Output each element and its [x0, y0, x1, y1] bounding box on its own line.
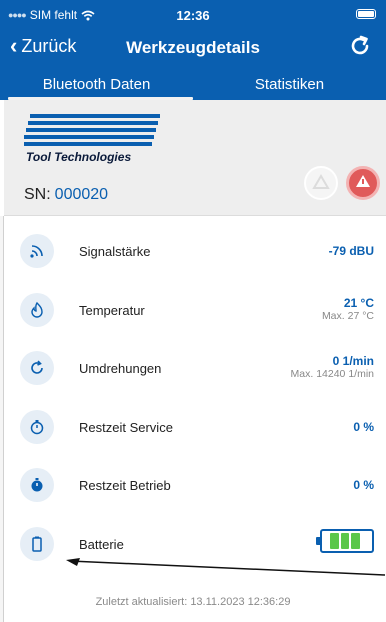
list-item-temperature: Temperatur 21 °C Max. 27 °C	[4, 281, 386, 340]
row-max: Max. 27 °C	[321, 309, 374, 322]
serial-value: 000020	[54, 186, 109, 203]
status-battery-icon	[356, 9, 376, 19]
row-max: Max. 14240 1/min	[290, 368, 374, 380]
signal-icon	[20, 234, 54, 268]
row-value: -79 dBU	[328, 244, 374, 258]
list-item-rotations: Umdrehungen 0 1/min Max. 14240 1/min	[4, 339, 386, 398]
row-label: Temperatur	[79, 302, 145, 318]
row-value: 0 1/min	[332, 354, 374, 368]
tab-bar: Bluetooth Daten Statistiken	[0, 72, 386, 100]
back-label: Zurück	[21, 36, 77, 56]
row-value: 0 %	[353, 419, 374, 434]
status-bar: ●●●● SIM fehlt 12:36	[0, 0, 386, 28]
list-item-service-time: Restzeit Service 0 %	[4, 398, 386, 457]
status-time: 12:36	[176, 8, 210, 23]
battery-cell	[330, 532, 339, 549]
stopwatch-filled-icon	[20, 468, 54, 502]
stopwatch-icon	[20, 409, 54, 444]
logo-subtitle: Tool Technologies	[26, 150, 132, 164]
warning-light-icon[interactable]	[304, 166, 338, 200]
last-updated: Zuletzt aktualisiert: 13.11.2023 12:36:2…	[95, 596, 291, 608]
tab-statistiken[interactable]: Statistiken	[193, 72, 386, 100]
back-button[interactable]: ‹ Zurück	[10, 32, 77, 58]
battery-icon	[20, 526, 54, 561]
row-value: 21 °C	[343, 295, 374, 310]
refresh-icon[interactable]	[348, 34, 372, 58]
list-item-operation-time: Restzeit Betrieb 0 %	[4, 456, 386, 515]
row-label: Restzeit Service	[79, 419, 173, 435]
rotation-icon	[20, 351, 54, 385]
flame-icon	[20, 292, 54, 327]
serial-number: SN: 000020	[24, 186, 108, 204]
row-label: Signalstärke	[79, 244, 151, 259]
row-label: Batterie	[79, 536, 124, 552]
row-label: Umdrehungen	[79, 361, 162, 376]
chevron-left-icon: ‹	[10, 32, 18, 58]
list-item-battery: Batterie	[4, 515, 386, 574]
battery-cell	[351, 532, 361, 549]
serial-label: SN:	[24, 186, 51, 203]
tool-header: EWS Tool Technologies SN:000020	[4, 100, 386, 216]
tab-bluetooth-daten[interactable]: Bluetooth Daten	[0, 72, 193, 100]
tool-alert-icon[interactable]	[346, 166, 380, 200]
sensor-list: Signalstärke -79 dBU Temperatur 21 °C Ma…	[4, 222, 386, 573]
battery-level-indicator	[316, 528, 374, 553]
navigation-bar: ‹ Zurück Werkzeugdetails	[0, 30, 386, 66]
row-value: 0 %	[353, 478, 374, 492]
list-item-signal: Signalstärke -79 dBU	[4, 222, 386, 281]
battery-cell	[340, 532, 350, 549]
row-label: Restzeit Betrieb	[79, 478, 171, 493]
header-bar: ●●●● SIM fehlt 12:36 ‹ Zurück Werkzeugde…	[0, 0, 386, 100]
